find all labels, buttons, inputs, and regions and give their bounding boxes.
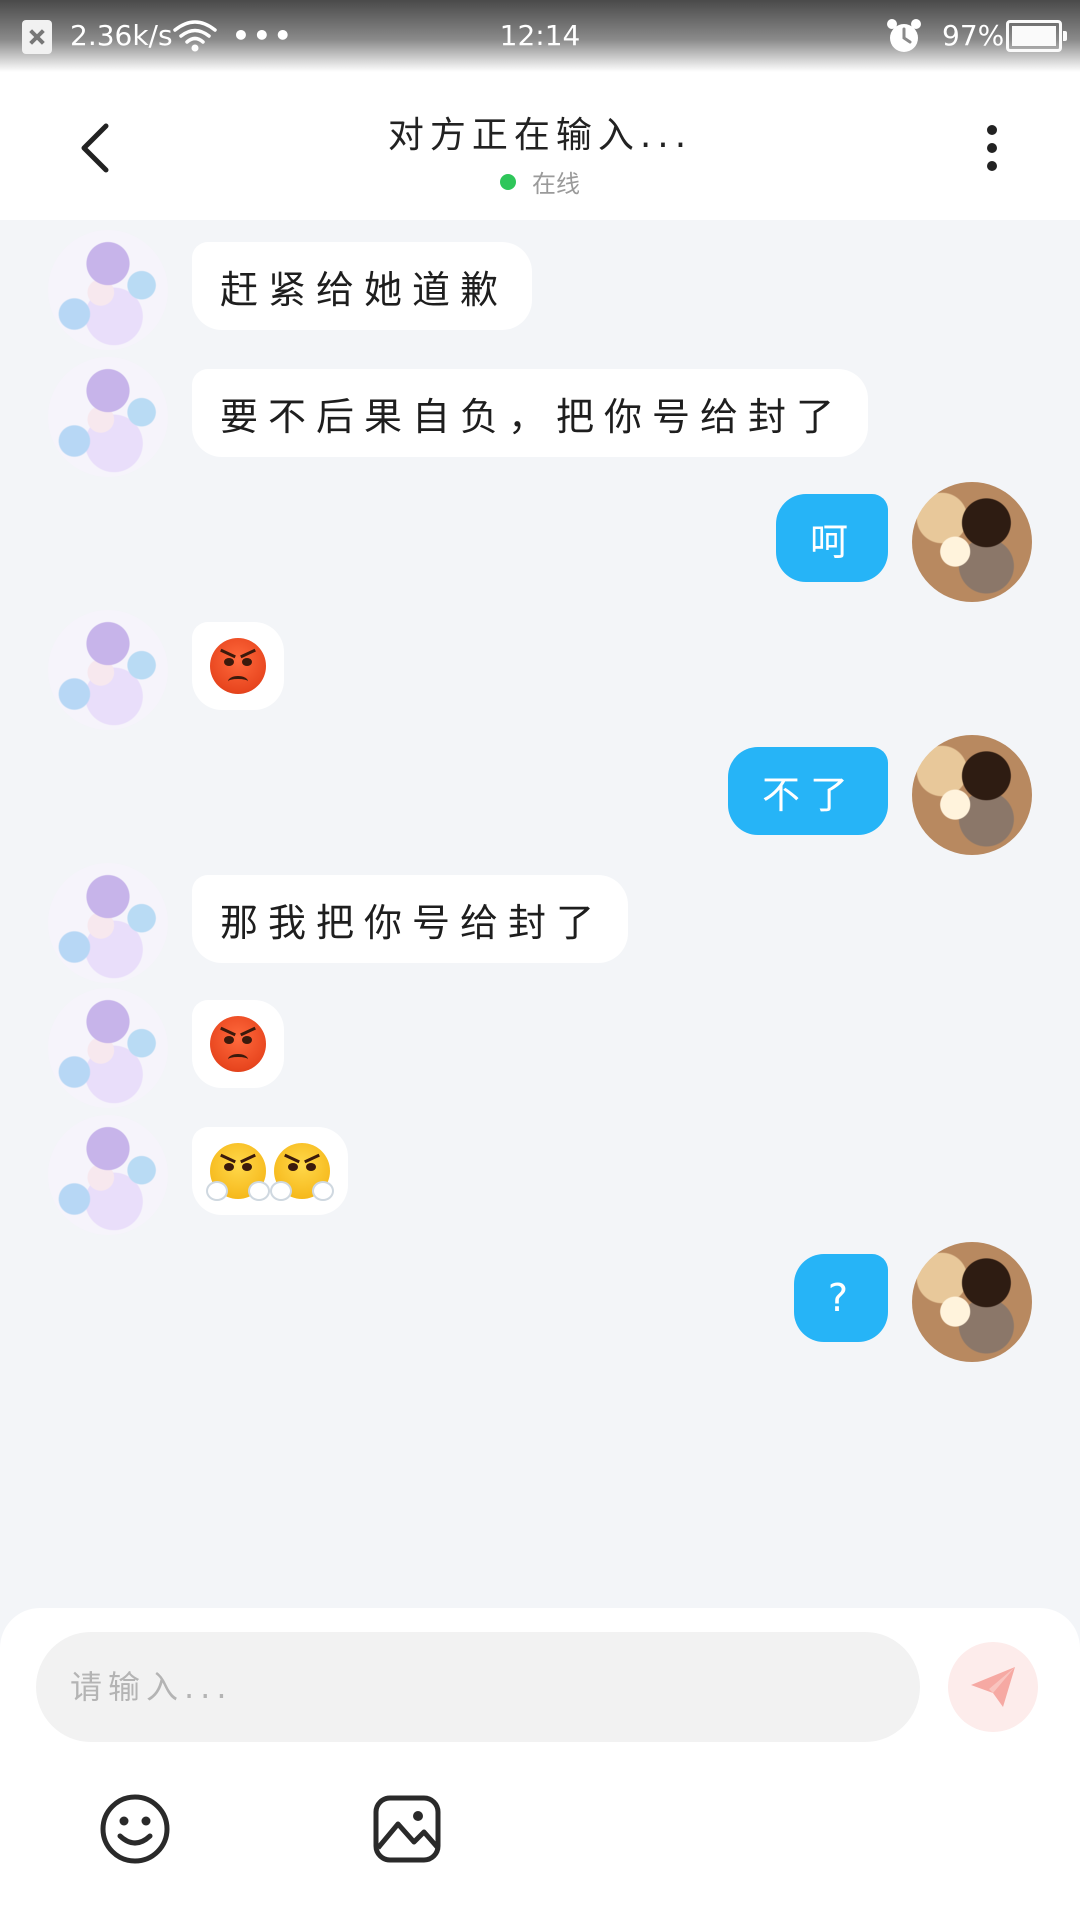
more-vertical-icon xyxy=(987,125,997,135)
status-bar: 2.36k/s ••• 12:14 97% xyxy=(0,0,1080,72)
battery-icon xyxy=(1006,20,1067,52)
more-options-button[interactable] xyxy=(956,112,1028,184)
contact-avatar[interactable] xyxy=(48,1115,168,1235)
composer-panel xyxy=(0,1608,1080,1920)
online-status-label: 在线 xyxy=(532,170,580,198)
chat-header: 对方正在输入... 在线 xyxy=(0,72,1080,220)
online-dot-icon xyxy=(500,173,516,190)
message-row xyxy=(0,988,1080,1108)
contact-avatar[interactable] xyxy=(48,610,168,730)
message-row: 赶紧给她道歉 xyxy=(0,230,1080,350)
emoji-message-bubble[interactable] xyxy=(192,622,284,710)
online-status: 在线 xyxy=(0,164,1080,199)
angry-face-icon xyxy=(210,638,266,694)
user-avatar[interactable] xyxy=(912,735,1032,855)
message-row: 不了 xyxy=(0,735,1080,855)
message-input[interactable] xyxy=(36,1632,920,1742)
send-button[interactable] xyxy=(948,1642,1038,1732)
smiley-icon xyxy=(100,1794,170,1864)
message-row xyxy=(0,610,1080,730)
user-avatar[interactable] xyxy=(912,1242,1032,1362)
message-row: 呵 xyxy=(0,482,1080,602)
battery-level: 97% xyxy=(942,19,1005,52)
message-bubble[interactable]: 那我把你号给封了 xyxy=(192,875,629,963)
message-bubble[interactable]: 不了 xyxy=(727,747,888,835)
message-row xyxy=(0,1115,1080,1235)
contact-avatar[interactable] xyxy=(48,357,168,477)
user-avatar[interactable] xyxy=(912,482,1032,602)
message-bubble[interactable]: ? xyxy=(793,1254,888,1342)
message-row: 要不后果自负，把你号给封了 xyxy=(0,357,1080,477)
message-bubble[interactable]: 呵 xyxy=(775,494,888,582)
image-button[interactable] xyxy=(370,1792,444,1866)
message-list[interactable]: 赶紧给她道歉 要不后果自负，把你号给封了 呵 不了 那我把你号给封了 ? xyxy=(0,220,1080,1608)
angry-face-icon xyxy=(210,1016,266,1072)
message-bubble[interactable]: 赶紧给她道歉 xyxy=(192,242,533,330)
contact-avatar[interactable] xyxy=(48,988,168,1108)
message-row: 那我把你号给封了 xyxy=(0,863,1080,983)
image-icon xyxy=(373,1795,441,1863)
huffing-face-icon xyxy=(206,1143,270,1201)
emoji-message-bubble[interactable] xyxy=(192,1000,284,1088)
message-bubble[interactable]: 要不后果自负，把你号给封了 xyxy=(192,369,869,457)
huffing-face-icon xyxy=(270,1143,334,1201)
emoji-message-bubble[interactable] xyxy=(192,1127,348,1215)
emoji-button[interactable] xyxy=(98,1792,172,1866)
alarm-icon xyxy=(884,16,924,56)
message-row: ? xyxy=(0,1242,1080,1362)
contact-avatar[interactable] xyxy=(48,230,168,350)
contact-avatar[interactable] xyxy=(48,863,168,983)
paper-plane-icon xyxy=(971,1667,1015,1707)
typing-indicator-title: 对方正在输入... xyxy=(387,115,693,156)
